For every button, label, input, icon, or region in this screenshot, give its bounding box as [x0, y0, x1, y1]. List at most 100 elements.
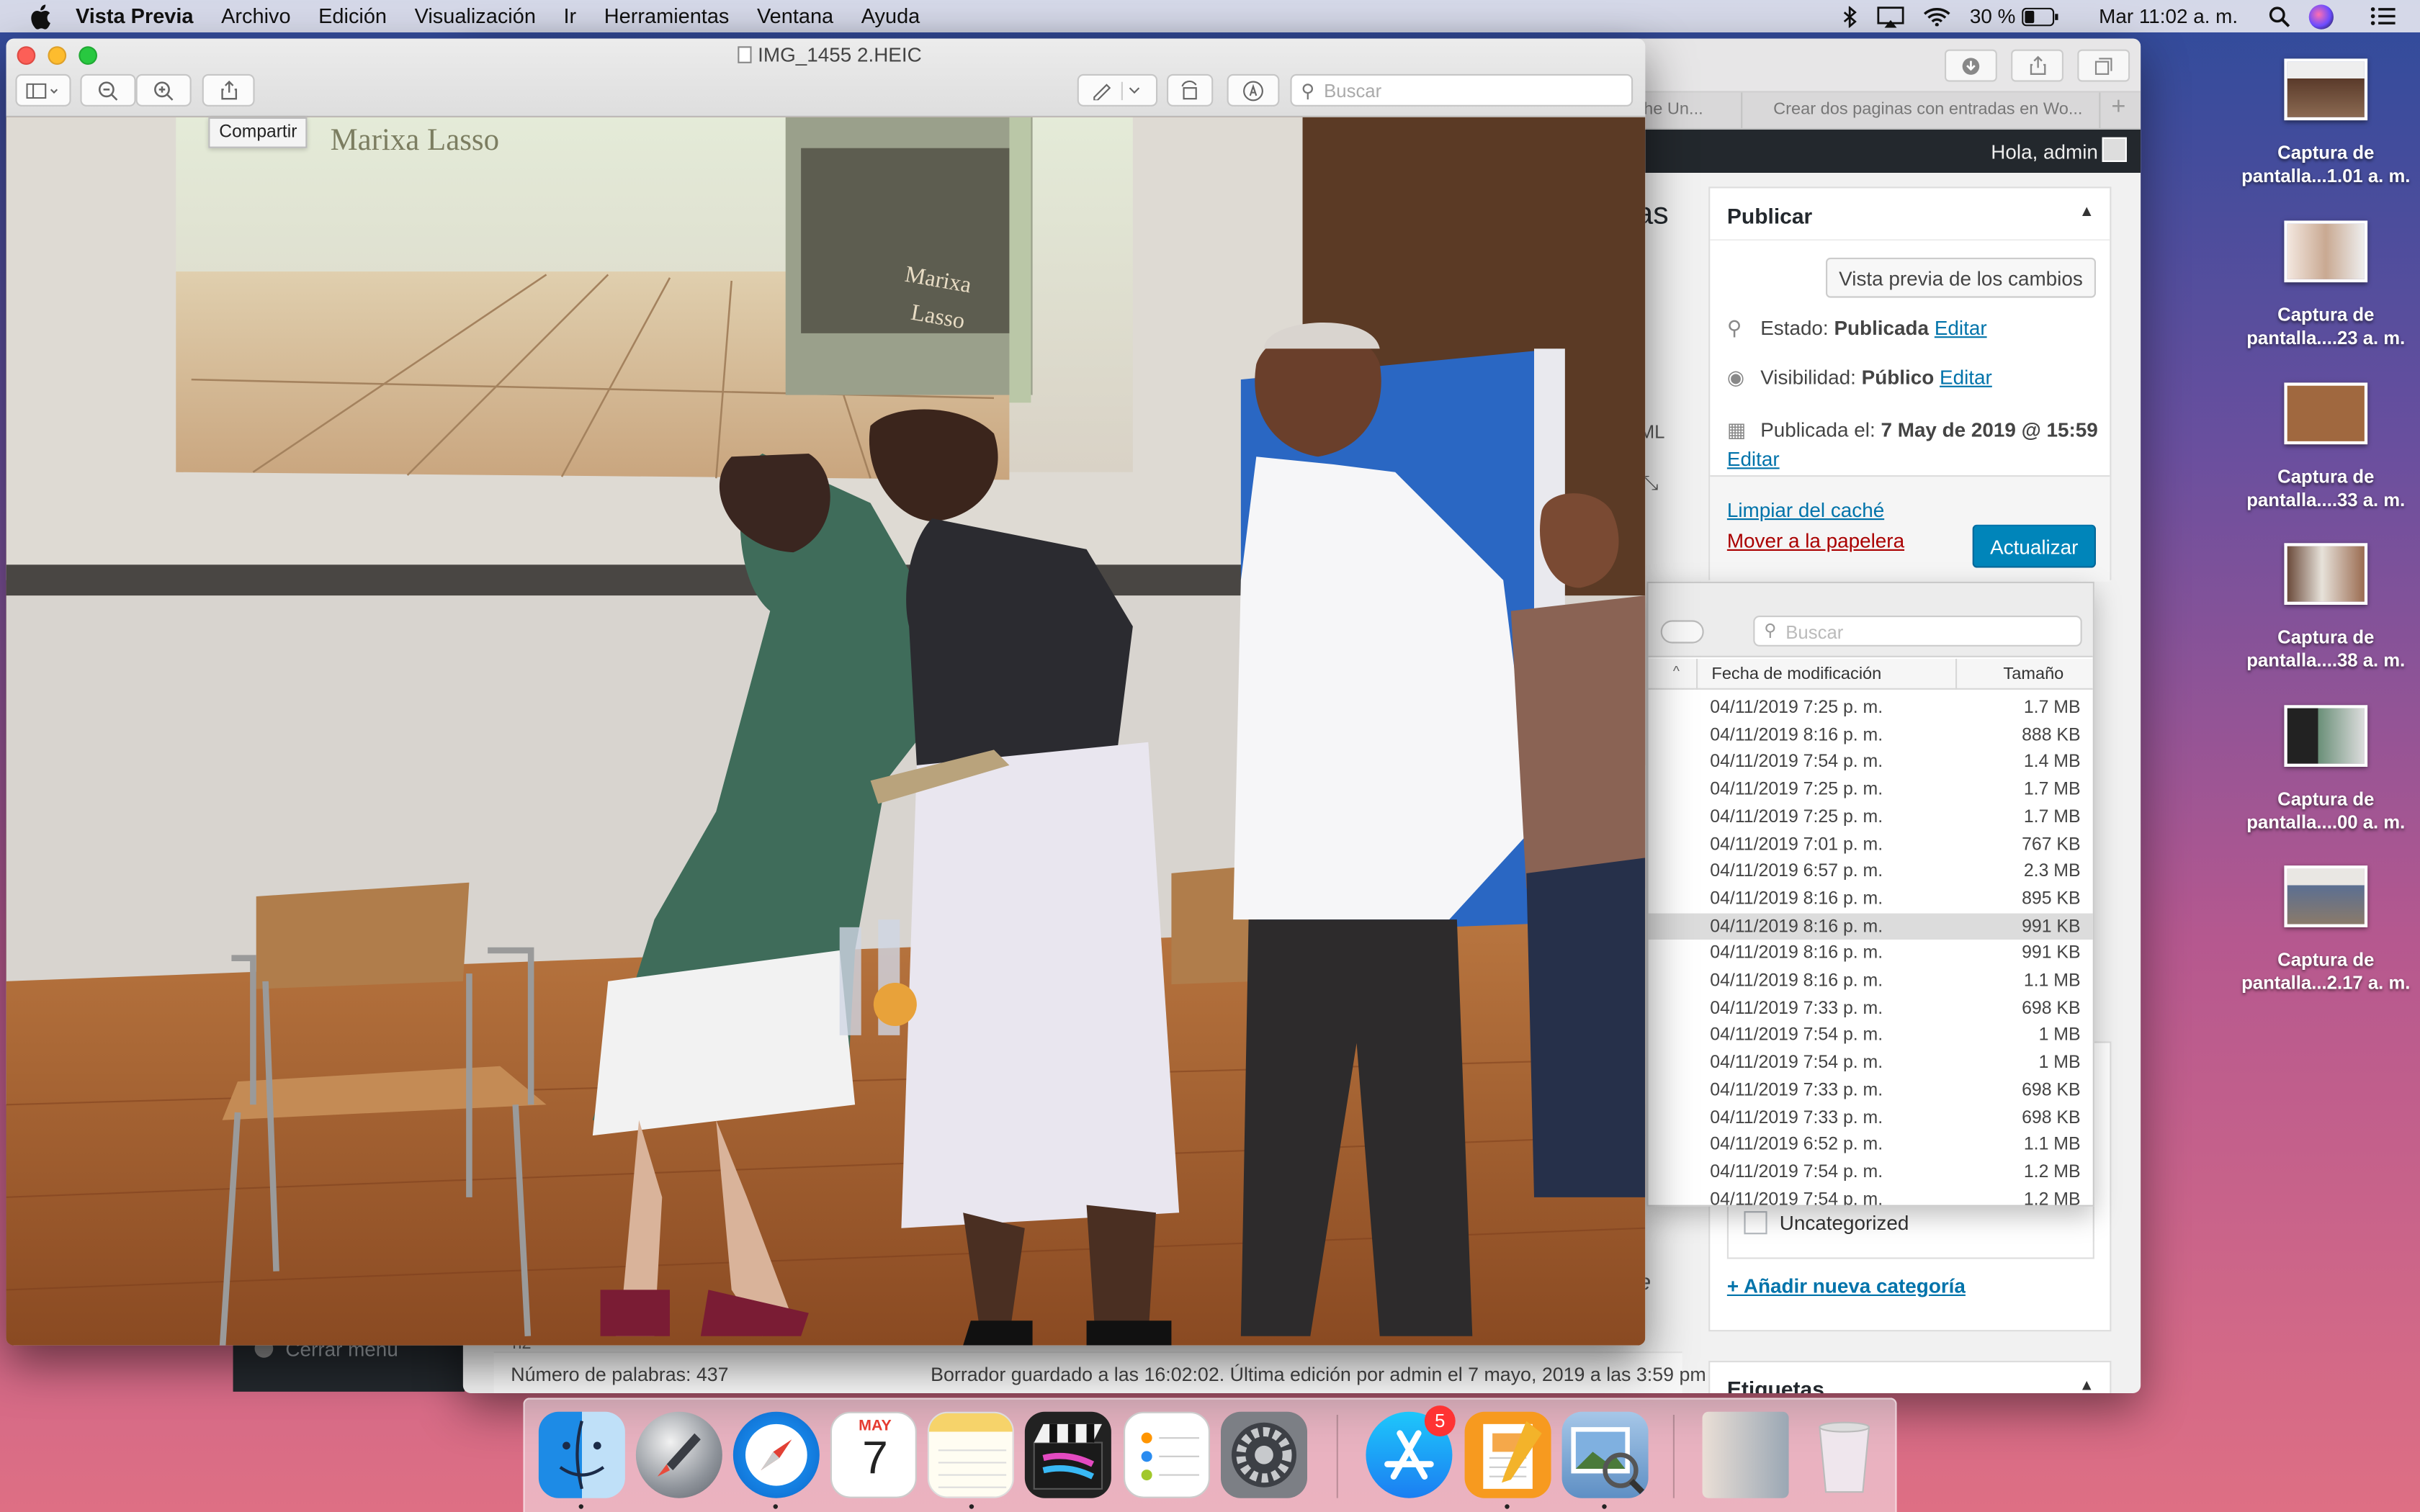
screenshot-stack-icon[interactable] — [1702, 1411, 1789, 1498]
file-row[interactable]: 04/11/2019 7:33 p. m. 698 KB — [1649, 1104, 2093, 1131]
menu-app-name[interactable]: Vista Previa — [76, 4, 194, 27]
sort-chevron-icon[interactable]: ^ — [1673, 663, 1680, 678]
airplay-icon[interactable] — [1877, 6, 1905, 27]
markup-toolbar-button[interactable] — [1227, 73, 1280, 107]
final-cut-icon[interactable] — [1024, 1411, 1111, 1498]
tag-icon[interactable] — [1660, 620, 1704, 644]
new-tab-button[interactable]: + — [2111, 94, 2125, 122]
menu-ventana[interactable]: Ventana — [757, 4, 833, 27]
share-icon[interactable] — [2011, 49, 2063, 82]
zoom-button[interactable] — [79, 46, 97, 65]
notification-center-icon[interactable] — [2370, 6, 2396, 27]
close-button[interactable] — [17, 46, 36, 65]
menu-ayuda[interactable]: Ayuda — [861, 4, 920, 27]
edit-date-link[interactable]: Editar — [1727, 447, 1780, 470]
apple-icon[interactable] — [26, 0, 54, 32]
siri-icon[interactable] — [2308, 4, 2352, 29]
launchpad-icon[interactable] — [635, 1411, 722, 1498]
file-row[interactable]: 04/11/2019 8:16 p. m. 991 KB — [1649, 940, 2093, 968]
desktop-screenshot-6[interactable]: Captura de pantalla...2.17 a. m. — [2241, 865, 2411, 995]
battery-icon[interactable] — [2021, 6, 2058, 26]
file-row[interactable]: 04/11/2019 6:57 p. m. 2.3 MB — [1649, 858, 2093, 886]
file-row[interactable]: 04/11/2019 7:25 p. m. 1.7 MB — [1649, 776, 2093, 804]
desktop-screenshot-3[interactable]: Captura de pantalla....33 a. m. — [2241, 382, 2411, 512]
reminders-icon[interactable] — [1124, 1411, 1210, 1498]
file-row[interactable]: 04/11/2019 7:54 p. m. 1 MB — [1649, 1022, 2093, 1049]
desktop-screenshot-1[interactable]: Captura de pantalla...1.01 a. m. — [2241, 58, 2411, 188]
avatar[interactable] — [2102, 137, 2127, 162]
file-row[interactable]: 04/11/2019 8:16 p. m. 895 KB — [1649, 886, 2093, 913]
share-button[interactable] — [202, 73, 255, 107]
move-to-trash-link[interactable]: Mover a la papelera — [1727, 529, 1904, 552]
screenshot-thumbnail-icon — [2284, 865, 2368, 927]
menu-archivo[interactable]: Archivo — [221, 4, 290, 27]
tabs-overview-icon[interactable] — [2077, 49, 2130, 82]
zoom-out-button[interactable] — [80, 73, 136, 107]
file-row[interactable]: 04/11/2019 7:25 p. m. 1.7 MB — [1649, 694, 2093, 721]
download-icon[interactable] — [1945, 49, 1997, 82]
file-row[interactable]: 04/11/2019 7:54 p. m. 1.2 MB — [1649, 1158, 2093, 1186]
pages-icon[interactable] — [1464, 1411, 1551, 1498]
file-row[interactable]: 04/11/2019 7:25 p. m. 1.7 MB — [1649, 804, 2093, 831]
file-modified-date: 04/11/2019 7:54 p. m. — [1710, 1161, 1883, 1182]
preview-changes-button[interactable]: Vista previa de los cambios — [1826, 257, 2096, 298]
file-row[interactable]: 04/11/2019 7:54 p. m. 1.2 MB — [1649, 1186, 2093, 1205]
column-date[interactable]: Fecha de modificación — [1711, 665, 1881, 684]
safari-icon[interactable] — [732, 1411, 820, 1498]
tab-prev[interactable]: he Un... — [1644, 100, 1703, 119]
menu-ir[interactable]: Ir — [564, 4, 577, 27]
screenshot-thumbnail-icon — [2284, 543, 2368, 605]
finder-icon[interactable] — [538, 1411, 625, 1498]
howdy-admin[interactable]: Hola, admin — [1991, 140, 2098, 163]
zoom-in-button[interactable] — [135, 73, 192, 107]
menu-clock[interactable]: Mar 11:02 a. m. — [2099, 4, 2238, 27]
category-checkbox[interactable] — [1744, 1211, 1767, 1235]
file-row[interactable]: 04/11/2019 8:16 p. m. 991 KB — [1648, 912, 2093, 940]
wifi-icon[interactable] — [1924, 6, 1952, 27]
file-row[interactable]: 04/11/2019 7:33 p. m. 698 KB — [1649, 1076, 2093, 1104]
desktop-screenshot-5[interactable]: Captura de pantalla....00 a. m. — [2241, 705, 2411, 834]
notes-icon[interactable] — [927, 1411, 1014, 1498]
file-row[interactable]: 04/11/2019 7:54 p. m. 1 MB — [1649, 1049, 2093, 1076]
menu-herramientas[interactable]: Herramientas — [604, 4, 730, 27]
edit-visibility-link[interactable]: Editar — [1940, 366, 1992, 389]
finder-column-headers: ^ Fecha de modificación Tamaño — [1648, 659, 2093, 690]
column-size[interactable]: Tamaño — [2003, 665, 2063, 684]
calendar-icon[interactable]: MAY 7 — [830, 1411, 917, 1498]
file-row[interactable]: 04/11/2019 8:16 p. m. 1.1 MB — [1649, 968, 2093, 995]
menu-visualizacion[interactable]: Visualización — [415, 4, 536, 27]
edit-status-link[interactable]: Editar — [1935, 316, 1987, 339]
publish-header[interactable]: Publicar ▲ — [1710, 188, 2110, 241]
menu-edicion[interactable]: Edición — [318, 4, 387, 27]
tab-crear-paginas[interactable]: Crear dos paginas con entradas en Wo... — [1773, 100, 2082, 119]
spotlight-icon[interactable] — [2269, 6, 2290, 27]
markup-pen-button[interactable] — [1077, 73, 1158, 107]
minimize-button[interactable] — [48, 46, 67, 65]
file-modified-date: 04/11/2019 7:33 p. m. — [1710, 1107, 1883, 1128]
file-row[interactable]: 04/11/2019 7:54 p. m. 1.4 MB — [1649, 749, 2093, 776]
finder-search-input[interactable]: ⚲ Buscar — [1753, 616, 2082, 647]
clear-cache-link[interactable]: Limpiar del caché — [1727, 498, 1884, 521]
file-row[interactable]: 04/11/2019 8:16 p. m. 888 KB — [1649, 721, 2093, 749]
trash-icon[interactable] — [1801, 1412, 1888, 1498]
file-size: 698 KB — [2022, 1107, 2081, 1128]
app-store-icon[interactable]: 5 — [1366, 1405, 1456, 1498]
collapse-arrow-icon[interactable]: ▲ — [2079, 204, 2094, 221]
system-preferences-icon[interactable] — [1221, 1411, 1307, 1498]
bluetooth-icon[interactable] — [1843, 5, 1858, 27]
collapse-arrow-icon[interactable]: ▲ — [2079, 1378, 2094, 1393]
search-input[interactable]: ⚲ Buscar — [1290, 73, 1634, 107]
desktop-screenshot-2[interactable]: Captura de pantalla....23 a. m. — [2241, 220, 2411, 350]
file-row[interactable]: 04/11/2019 6:52 p. m. 1.1 MB — [1649, 1131, 2093, 1158]
desktop-screenshot-4[interactable]: Captura de pantalla....38 a. m. — [2241, 543, 2411, 672]
update-button[interactable]: Actualizar — [1972, 524, 2096, 568]
add-category-link[interactable]: + Añadir nueva categoría — [1727, 1274, 1966, 1297]
file-row[interactable]: 04/11/2019 7:01 p. m. 767 KB — [1649, 831, 2093, 858]
visibility-row: ◉ Visibilidad: Público Editar — [1727, 366, 1992, 390]
file-row[interactable]: 04/11/2019 7:33 p. m. 698 KB — [1649, 994, 2093, 1022]
sidebar-toggle-button[interactable] — [15, 73, 71, 107]
image-canvas[interactable]: Marixa Lasso Marixa Lasso — [6, 117, 1646, 1346]
preview-icon[interactable] — [1561, 1411, 1649, 1498]
rotate-button[interactable] — [1167, 73, 1214, 107]
dock: MAY 7 5 — [523, 1398, 1897, 1512]
